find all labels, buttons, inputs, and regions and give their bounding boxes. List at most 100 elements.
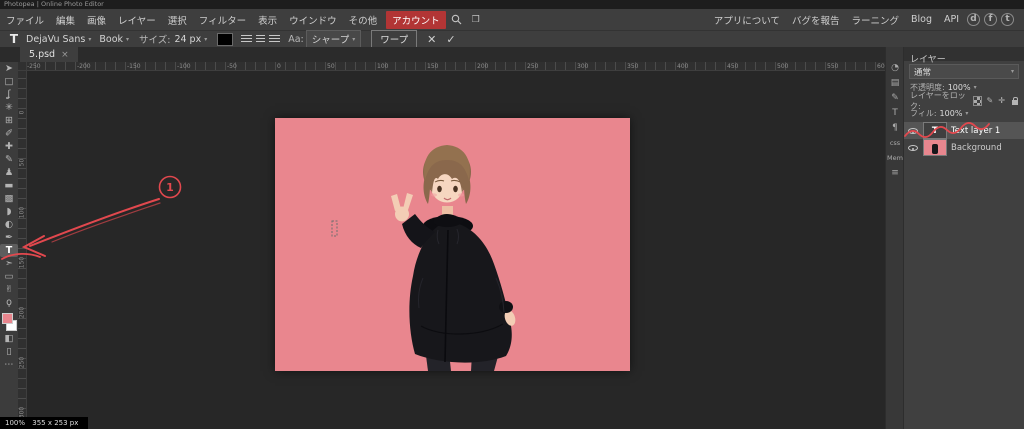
ruler-top-label: 500 bbox=[777, 63, 789, 70]
font-size-select[interactable]: 24 px ▾ bbox=[170, 34, 211, 45]
dodge-tool[interactable]: ◐ bbox=[0, 218, 18, 231]
cancel-edit-icon[interactable]: ✕ bbox=[427, 33, 436, 46]
crop-tool[interactable]: ⊞ bbox=[0, 114, 18, 127]
align-center-icon[interactable] bbox=[256, 34, 266, 44]
menu-item-5[interactable]: フィルター bbox=[193, 13, 252, 27]
fullscreen-icon[interactable]: ❒ bbox=[472, 15, 480, 25]
menu-right-item-2[interactable]: ラーニング bbox=[845, 13, 905, 27]
tools-sidebar: ➤ □ ʆ ✳ ⊞ ✐ ✚ ✎ ♟ ▬ ▩ ◗ ◐ ✒ T ➣ ▭ ✌ ϙ ◧ ▯ ⋯ bbox=[0, 62, 18, 429]
healing-brush-tool[interactable]: ✚ bbox=[0, 140, 18, 153]
clone-stamp-tool[interactable]: ♟ bbox=[0, 166, 18, 179]
menu-item-4[interactable]: 選択 bbox=[162, 13, 193, 27]
ruler-top-label: 150 bbox=[427, 63, 439, 70]
color-swatches[interactable] bbox=[0, 312, 18, 332]
lock-all-icon[interactable] bbox=[1011, 96, 1018, 105]
eraser-tool[interactable]: ▬ bbox=[0, 179, 18, 192]
canvas-image[interactable] bbox=[275, 118, 630, 371]
discord-icon[interactable]: d bbox=[967, 13, 980, 26]
facebook-icon[interactable]: f bbox=[984, 13, 997, 26]
warp-button[interactable]: ワープ bbox=[371, 30, 418, 48]
background-layer-thumbnail[interactable] bbox=[923, 139, 947, 156]
lock-position-icon[interactable]: ✛ bbox=[998, 96, 1005, 105]
menubar: ファイル 編集 画像 レイヤー 選択 フィルター 表示 ウインドウ その他 アカウント ❒ アプ… bbox=[0, 9, 1024, 30]
memory-panel-icon[interactable]: Mem bbox=[886, 151, 904, 166]
type-tool[interactable]: T bbox=[0, 244, 18, 257]
search-icon[interactable] bbox=[451, 14, 462, 25]
chevron-down-icon: ▾ bbox=[352, 35, 356, 43]
ruler-left-label: 250 bbox=[18, 356, 26, 369]
layer-list: T Text layer 1 Background bbox=[904, 122, 1024, 156]
select-tool[interactable]: □ bbox=[0, 75, 18, 88]
brush-tool[interactable]: ✎ bbox=[0, 153, 18, 166]
notes-panel-icon[interactable]: ≡ bbox=[886, 166, 904, 181]
eyedropper-tool[interactable]: ✐ bbox=[0, 127, 18, 140]
menu-right-item-3[interactable]: Blog bbox=[905, 14, 938, 25]
ruler-top-label: 350 bbox=[627, 63, 639, 70]
layer-row-text[interactable]: T Text layer 1 bbox=[904, 122, 1024, 139]
document-tab-label: 5.psd bbox=[29, 49, 56, 60]
quick-mask-tool[interactable]: ◧ bbox=[0, 332, 18, 345]
fill-value[interactable]: 100% bbox=[940, 109, 963, 118]
visibility-eye-icon[interactable] bbox=[907, 125, 919, 136]
lock-pixels-icon[interactable]: ✎ bbox=[987, 96, 994, 105]
magic-wand-tool[interactable]: ✳ bbox=[0, 101, 18, 114]
css-panel-icon[interactable]: css bbox=[886, 136, 904, 151]
layer-name[interactable]: Background bbox=[951, 143, 1002, 153]
character-panel-icon[interactable]: T bbox=[886, 106, 904, 121]
text-layer-thumbnail[interactable]: T bbox=[923, 122, 947, 139]
brush-panel-icon[interactable]: ✎ bbox=[886, 91, 904, 106]
layers-panel-header[interactable]: レイヤー bbox=[904, 47, 1024, 65]
swatches-panel-icon[interactable]: ▤ bbox=[886, 76, 904, 91]
blend-mode-select[interactable]: 通常 ▾ bbox=[909, 64, 1019, 79]
confirm-edit-icon[interactable]: ✓ bbox=[446, 33, 455, 46]
pen-tool[interactable]: ✒ bbox=[0, 231, 18, 244]
ruler-horizontal: -250 -200 -150 -100 -50 0 50 100 150 200 250 300 350… bbox=[18, 62, 885, 71]
ruler-top-label: 550 bbox=[827, 63, 839, 70]
menu-right-item-1[interactable]: バグを報告 bbox=[786, 13, 846, 27]
foreground-color-swatch[interactable] bbox=[2, 313, 13, 324]
menu-item-7[interactable]: ウインドウ bbox=[283, 13, 343, 27]
align-right-icon[interactable] bbox=[269, 34, 281, 44]
ruler-left-label: 150 bbox=[18, 256, 26, 269]
menu-right-item-0[interactable]: アプリについて bbox=[708, 13, 786, 27]
rect-shape-tool[interactable]: ▭ bbox=[0, 270, 18, 283]
font-family-select[interactable]: DejaVu Sans ▾ bbox=[22, 34, 95, 45]
document-tab[interactable]: 5.psd × bbox=[20, 47, 78, 62]
hand-tool[interactable]: ✌ bbox=[0, 283, 18, 296]
menu-item-6[interactable]: 表示 bbox=[252, 13, 283, 27]
align-left-icon[interactable] bbox=[241, 34, 253, 44]
ruler-top-label: -100 bbox=[177, 63, 191, 70]
lock-transparency-icon[interactable] bbox=[972, 95, 982, 106]
more-tools[interactable]: ⋯ bbox=[0, 358, 18, 371]
menu-item-3[interactable]: レイヤー bbox=[112, 13, 162, 27]
ruler-top-label: -50 bbox=[227, 63, 237, 70]
move-tool[interactable]: ➤ bbox=[0, 62, 18, 75]
window-title: Photopea | Online Photo Editor bbox=[4, 0, 104, 8]
font-size-value: 24 px bbox=[174, 33, 202, 45]
tab-close-icon[interactable]: × bbox=[61, 50, 69, 60]
layer-row-background[interactable]: Background bbox=[904, 139, 1024, 156]
path-select-tool[interactable]: ➣ bbox=[0, 257, 18, 270]
layer-name[interactable]: Text layer 1 bbox=[951, 126, 1000, 136]
twitter-icon[interactable]: t bbox=[1001, 13, 1014, 26]
antialias-select[interactable]: シャープ ▾ bbox=[305, 30, 362, 48]
ruler-top-label: 600 bbox=[877, 63, 885, 70]
menu-item-1[interactable]: 編集 bbox=[50, 13, 81, 27]
paragraph-panel-icon[interactable]: ¶ bbox=[886, 121, 904, 136]
blur-tool[interactable]: ◗ bbox=[0, 205, 18, 218]
menu-item-0[interactable]: ファイル bbox=[0, 13, 50, 27]
canvas-area[interactable]: -250 -200 -150 -100 -50 0 50 100 150 200 250 300 350… bbox=[18, 62, 885, 429]
menu-right-item-4[interactable]: API bbox=[938, 14, 965, 25]
menu-item-8[interactable]: その他 bbox=[343, 13, 384, 27]
zoom-tool[interactable]: ϙ bbox=[0, 296, 18, 309]
font-style-value: Book bbox=[99, 33, 124, 45]
lasso-tool[interactable]: ʆ bbox=[0, 88, 18, 101]
menu-item-2[interactable]: 画像 bbox=[81, 13, 112, 27]
gradient-tool[interactable]: ▩ bbox=[0, 192, 18, 205]
font-style-select[interactable]: Book ▾ bbox=[95, 34, 133, 45]
history-panel-icon[interactable]: ◔ bbox=[886, 61, 904, 76]
visibility-eye-icon[interactable] bbox=[907, 142, 919, 153]
screen-mode-tool[interactable]: ▯ bbox=[0, 345, 18, 358]
text-color-swatch[interactable] bbox=[217, 32, 234, 46]
account-button[interactable]: アカウント bbox=[386, 10, 446, 29]
